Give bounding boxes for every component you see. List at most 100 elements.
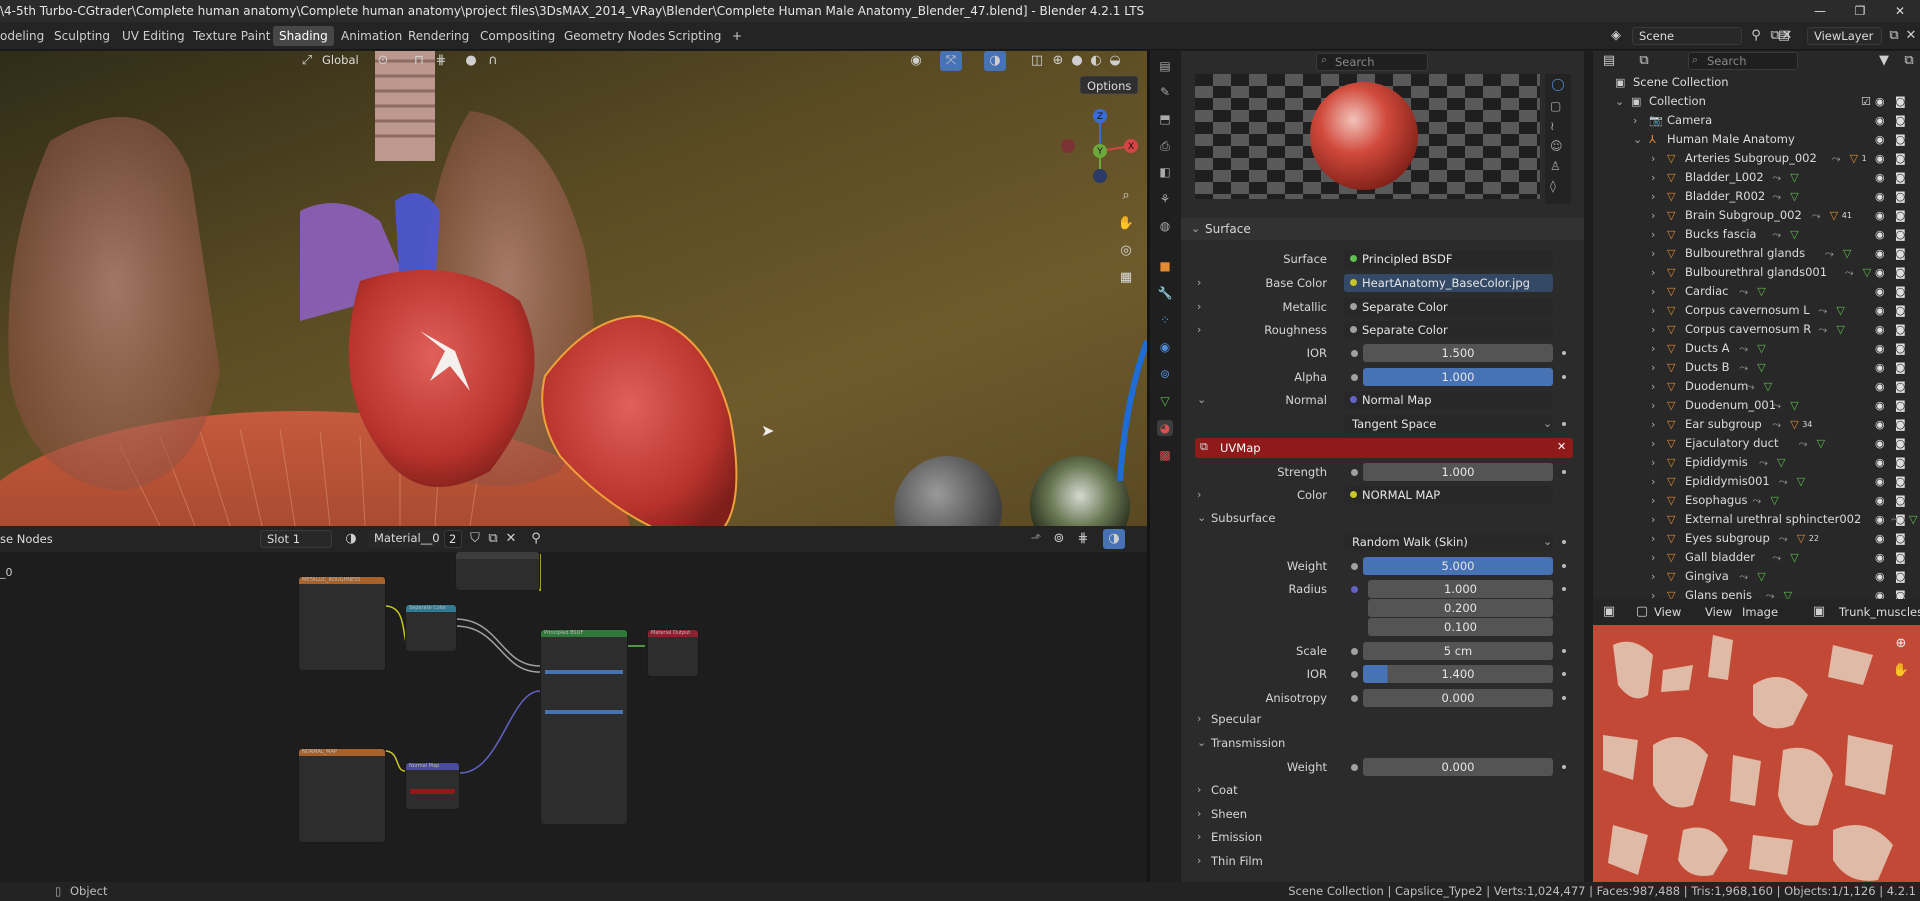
close-window-button[interactable]: ✕ bbox=[1880, 0, 1920, 22]
maximize-button[interactable]: ❐ bbox=[1840, 0, 1880, 22]
scene-icon[interactable]: ◈ bbox=[1605, 26, 1627, 46]
chevron-right-icon[interactable]: › bbox=[1651, 472, 1655, 491]
preview-fluid-icon[interactable]: ◊ bbox=[1550, 179, 1556, 193]
eye-icon[interactable]: ◉ bbox=[1875, 358, 1885, 377]
camera-render-icon[interactable]: ◙ bbox=[1895, 149, 1906, 168]
eye-icon[interactable]: ◉ bbox=[1875, 529, 1885, 548]
outliner-item[interactable]: › ▽ Duodenum ⤳ ▽ ◉ ◙ bbox=[1593, 377, 1920, 396]
pan-hand-icon[interactable]: ✋ bbox=[1115, 214, 1137, 234]
modifier-icon[interactable]: ⤳ bbox=[1759, 453, 1768, 472]
texture-tab-icon[interactable]: ▩ bbox=[1157, 447, 1173, 463]
modifier-icon[interactable]: ⤳ bbox=[1825, 244, 1834, 263]
navigation-gizmo[interactable]: Z X Y bbox=[1055, 106, 1145, 196]
camera-render-icon[interactable]: ◙ bbox=[1895, 529, 1906, 548]
eye-icon[interactable]: ◉ bbox=[1875, 282, 1885, 301]
eye-icon[interactable]: ◉ bbox=[1875, 472, 1885, 491]
camera-render-icon[interactable]: ◙ bbox=[1895, 548, 1906, 567]
eye-icon[interactable]: ◉ bbox=[1875, 453, 1885, 472]
eye-icon[interactable]: ◉ bbox=[1875, 377, 1885, 396]
keyframe-dot-icon[interactable] bbox=[1562, 375, 1566, 379]
new-collection-icon[interactable]: ⧉ bbox=[1898, 51, 1920, 71]
3d-viewport[interactable]: Z X Y ⌕ ✋ ◎ ▦ ➤ bbox=[0, 51, 1147, 526]
keyframe-dot-icon[interactable] bbox=[1562, 470, 1566, 474]
tool-tab-icon[interactable]: ✎ bbox=[1157, 84, 1173, 100]
view-layer-tab-icon[interactable]: ◧ bbox=[1157, 164, 1173, 180]
falloff-icon[interactable]: ∩ bbox=[482, 51, 504, 71]
shader-node-editor[interactable]: METALLIC_ROUGHNESS Separate Color Princi… bbox=[0, 526, 1147, 882]
modifier-icon[interactable]: ⤳ bbox=[1832, 149, 1841, 168]
keyframe-dot-icon[interactable] bbox=[1562, 765, 1566, 769]
mesh-data-icon[interactable]: ▽ bbox=[1836, 320, 1844, 339]
mesh-data-icon[interactable]: ▽ bbox=[1790, 548, 1798, 567]
base-color-field[interactable]: HeartAnatomy_BaseColor.jpg bbox=[1344, 274, 1553, 292]
chevron-down-icon[interactable]: ⌄ bbox=[1197, 393, 1206, 406]
mesh-data-icon[interactable]: ▽ bbox=[1790, 225, 1798, 244]
camera-view-icon[interactable]: ◎ bbox=[1115, 241, 1137, 261]
transform-orientation-icon[interactable]: ⤢ bbox=[296, 51, 318, 71]
roughness-field[interactable]: Separate Color bbox=[1344, 321, 1553, 339]
chevron-right-icon[interactable]: › bbox=[1651, 377, 1655, 396]
chevron-right-icon[interactable]: › bbox=[1651, 510, 1655, 529]
modifier-icon[interactable]: ⤳ bbox=[1772, 187, 1781, 206]
outliner[interactable]: ▤ ⧉ Search ⌕ ▼ ⧉ ▣ Scene Collection ⌄ ▣ … bbox=[1593, 51, 1920, 599]
camera-render-icon[interactable]: ◙ bbox=[1895, 586, 1906, 599]
camera-render-icon[interactable]: ◙ bbox=[1895, 472, 1906, 491]
preview-monkey-icon[interactable]: ☺ bbox=[1550, 139, 1563, 153]
outliner-item[interactable]: › ▽ Glans penis ⤳ ▽ ◉ ◙ bbox=[1593, 586, 1920, 599]
rendered-shading-icon[interactable]: ◒ bbox=[1104, 51, 1126, 71]
overlay-toggle-icon[interactable]: ◑ bbox=[984, 51, 1006, 71]
anisotropy-field[interactable]: 0.000 bbox=[1363, 689, 1553, 707]
unlink-material-icon[interactable]: ✕ bbox=[500, 529, 522, 549]
mesh-data-icon[interactable]: ▽ bbox=[1757, 339, 1765, 358]
image-editor[interactable]: ▣ ▢ View View Image ▣ Trunk_muscles ⊕ ✋ bbox=[1593, 599, 1920, 882]
image-browse-icon[interactable]: ▣ bbox=[1808, 602, 1830, 622]
node-overlay-icon[interactable]: ◑ bbox=[1103, 529, 1125, 549]
mesh-data-icon[interactable]: ▽ bbox=[1830, 206, 1838, 225]
surface-shader-field[interactable]: Principled BSDF bbox=[1344, 250, 1553, 268]
mesh-data-icon[interactable]: ▽ bbox=[1784, 586, 1792, 599]
visibility-icon[interactable]: ◉ bbox=[905, 51, 927, 71]
editor-type-icon[interactable]: ▤ bbox=[1598, 51, 1620, 71]
transmission-section[interactable]: ⌄ Transmission bbox=[1181, 732, 1584, 754]
camera-render-icon[interactable]: ◙ bbox=[1895, 377, 1906, 396]
sss-weight-field[interactable]: 5.000 bbox=[1363, 557, 1553, 575]
preview-cube-icon[interactable]: ▢ bbox=[1550, 99, 1561, 113]
node-metallic-roughness[interactable]: METALLIC_ROUGHNESS bbox=[298, 576, 386, 671]
eye-icon[interactable]: ◉ bbox=[1875, 187, 1885, 206]
chevron-right-icon[interactable]: › bbox=[1197, 323, 1201, 336]
eye-icon[interactable]: ◉ bbox=[1875, 149, 1885, 168]
keyframe-dot-icon[interactable] bbox=[1562, 422, 1566, 426]
tab-sculpting[interactable]: Sculpting bbox=[48, 26, 116, 46]
keyframe-dot-icon[interactable] bbox=[1562, 672, 1566, 676]
modifier-icon[interactable]: ⤳ bbox=[1799, 434, 1808, 453]
output-tab-icon[interactable]: ⎙ bbox=[1157, 138, 1173, 154]
tangent-space-dropdown[interactable]: Tangent Space bbox=[1344, 415, 1553, 433]
outliner-item[interactable]: › ▽ Arteries Subgroup_002 ⤳ ▽ 1 ◉ ◙ bbox=[1593, 149, 1920, 168]
eye-icon[interactable]: ◉ bbox=[1875, 339, 1885, 358]
modifier-icon[interactable]: ⤳ bbox=[1752, 491, 1761, 510]
preview-sphere-icon[interactable]: ◯ bbox=[1550, 77, 1566, 93]
zoom-icon[interactable]: ⊕ bbox=[1890, 634, 1912, 654]
camera-render-icon[interactable]: ◙ bbox=[1895, 396, 1906, 415]
xray-icon[interactable]: ◫ bbox=[1026, 51, 1048, 71]
normal-field[interactable]: Normal Map bbox=[1344, 391, 1553, 409]
chevron-right-icon[interactable]: › bbox=[1651, 453, 1655, 472]
eye-icon[interactable]: ◉ bbox=[1875, 548, 1885, 567]
eye-icon[interactable]: ◉ bbox=[1875, 510, 1885, 529]
sheen-section[interactable]: › Sheen bbox=[1181, 803, 1584, 825]
node-normal-map[interactable]: Normal Map bbox=[405, 762, 460, 810]
mesh-data-icon[interactable]: ▽ bbox=[1909, 510, 1917, 529]
modifier-tab-icon[interactable]: 🔧 bbox=[1157, 285, 1173, 301]
keyframe-dot-icon[interactable] bbox=[1562, 587, 1566, 591]
outliner-item[interactable]: › ▽ Bladder_L002 ⤳ ▽ ◉ ◙ bbox=[1593, 168, 1920, 187]
sss-ior-field[interactable]: 1.400 bbox=[1363, 665, 1553, 683]
eye-icon[interactable]: ◉ bbox=[1875, 320, 1885, 339]
chevron-right-icon[interactable]: › bbox=[1197, 488, 1201, 501]
material-users-count[interactable]: 2 bbox=[444, 530, 462, 548]
mesh-data-icon[interactable]: ▽ bbox=[1764, 377, 1772, 396]
display-mode-icon[interactable]: ⧉ bbox=[1633, 51, 1655, 71]
outliner-collection[interactable]: ⌄ ▣ Collection ☑ ◉ ◙ bbox=[1593, 92, 1920, 111]
outliner-item[interactable]: › ▽ Epididymis001 ⤳ ▽ ◉ ◙ bbox=[1593, 472, 1920, 491]
keyframe-dot-icon[interactable] bbox=[1562, 696, 1566, 700]
viewlayer-icon[interactable]: ▤ bbox=[1773, 26, 1795, 46]
